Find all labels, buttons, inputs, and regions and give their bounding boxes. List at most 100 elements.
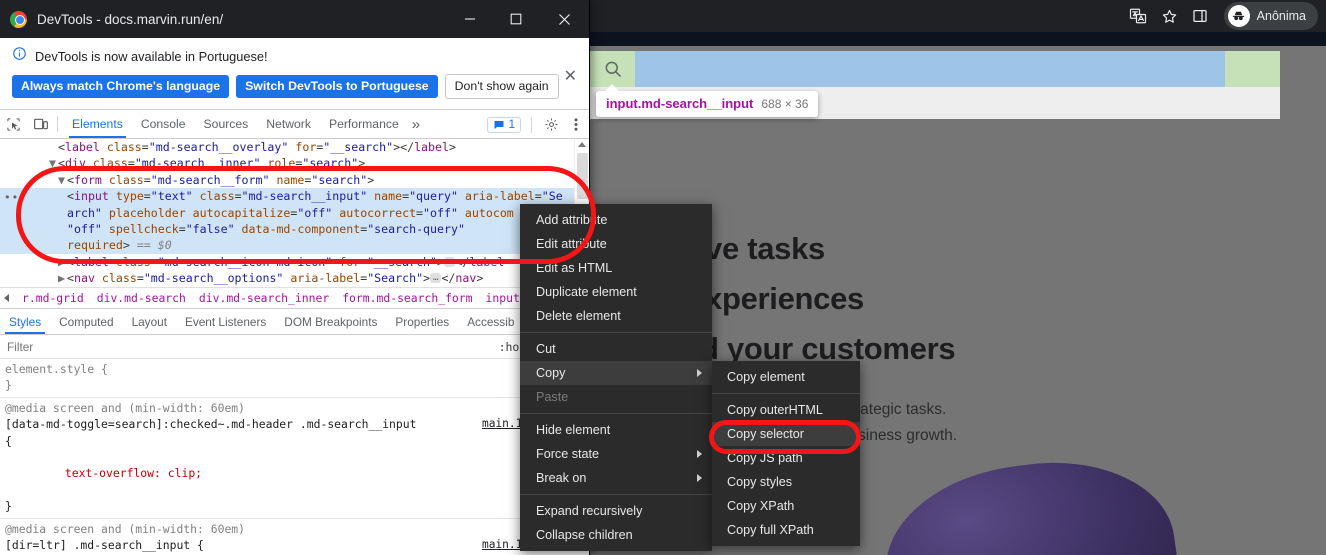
breadcrumb: r.md-grid div.md-search div.md-search_in… [0,287,589,309]
dom-node-line-2[interactable]: ▼ <form class="md-search__form" name="sea… [0,172,589,188]
css-selector[interactable]: element.style { [0,361,589,377]
breadcrumb-item-0[interactable]: r.md-grid [17,291,89,305]
css-property[interactable]: text-overflow [60,466,154,480]
submenu-item-copy-full-xpath[interactable]: Copy full XPath [712,518,860,542]
decorative-blob [874,445,1188,555]
tab-elements[interactable]: Elements [63,110,132,138]
incognito-indicator[interactable]: Anônima [1223,2,1318,30]
styles-filter-input[interactable] [0,339,499,354]
css-rule-1[interactable]: @media screen and (min-width: 60em) [dat… [0,398,589,519]
menu-item-duplicate-element[interactable]: Duplicate element [520,280,712,304]
tab-console[interactable]: Console [132,110,195,138]
menu-item-delete-element[interactable]: Delete element [520,304,712,328]
submenu-item-copy-element[interactable]: Copy element [712,365,860,389]
tabbar-right-actions: 1 [486,110,589,139]
menu-item-collapse-children[interactable]: Collapse children [520,523,712,547]
minimize-button[interactable] [447,0,493,38]
context-menu[interactable]: Add attribute Edit attribute Edit as HTML D… [520,204,712,551]
menu-item-copy[interactable]: Copy [520,361,712,385]
tab-accessibility[interactable]: Accessib [458,309,523,334]
device-toolbar-icon[interactable] [27,110,54,138]
devtools-panel-tabbar: Elements Console Sources Network Perform… [0,110,589,139]
gear-icon[interactable] [538,117,565,132]
css-rule-element-style[interactable]: element.style { } [0,359,589,398]
scroll-up-arrow-icon[interactable] [578,142,586,147]
breadcrumb-item-1[interactable]: div.md-search [92,291,191,305]
css-media-query: @media screen and (min-width: 60em) [5,400,246,415]
dom-selected-line-1[interactable]: arch" placeholder autocapitalize="off" a… [0,204,589,221]
dom-selected-line-2[interactable]: "off" spellcheck="false" data-md-compone… [0,220,589,238]
breadcrumb-item-3[interactable]: form.md-search_form [337,291,477,305]
close-icon[interactable]: ✕ [564,66,577,86]
submenu-arrow-icon [697,474,702,482]
tab-performance[interactable]: Performance [320,110,408,138]
dom-tree-panel[interactable]: <label class="md-search__overlay" for="_… [0,139,589,287]
page-subtext-2: siness growth. [858,427,958,444]
menu-item-label: Copy outerHTML [727,403,823,417]
menu-item-hide-element[interactable]: Hide element [520,418,712,442]
submenu-item-copy-styles[interactable]: Copy styles [712,470,860,494]
submenu-item-copy-outerhtml[interactable]: Copy outerHTML [712,398,860,422]
tab-computed[interactable]: Computed [50,309,122,334]
side-panel-icon[interactable] [1192,8,1208,24]
highlighted-search-input[interactable] [590,51,1280,87]
kebab-menu-icon[interactable] [567,117,585,132]
dom-overflow-dots[interactable]: ••• [4,190,27,206]
submenu-item-copy-selector[interactable]: Copy selector [712,422,860,446]
dom-lines-after-selection: ▶ <label class="md-search__icon md-icon" … [0,254,589,287]
tab-network[interactable]: Network [257,110,320,138]
tab-dom-breakpoints[interactable]: DOM Breakpoints [275,309,386,334]
dom-selected-node[interactable]: <input type="text" class="md-search__inp… [0,188,589,254]
menu-item-label: Collapse children [536,528,633,542]
menu-item-label: Copy full XPath [727,523,814,537]
translate-icon[interactable] [1129,7,1147,25]
window-controls [447,0,589,38]
breadcrumb-item-2[interactable]: div.md-search_inner [194,291,334,305]
dom-selected-line-0[interactable]: <input type="text" class="md-search__inp… [0,188,589,205]
scrollbar-thumb[interactable] [577,153,588,199]
submenu-item-copy-js-path[interactable]: Copy JS path [712,446,860,470]
dom-node-line-0[interactable]: <label class="md-search__overlay" for="_… [0,139,589,155]
menu-item-expand-recursively[interactable]: Expand recursively [520,499,712,523]
dom-selected-line-3[interactable]: required> == $0 [0,237,589,254]
menu-item-add-attribute[interactable]: Add attribute [520,208,712,232]
menu-item-break-on[interactable]: Break on [520,466,712,490]
submenu-arrow-icon [697,450,702,458]
tab-layout[interactable]: Layout [123,309,176,334]
switch-to-portuguese-button[interactable]: Switch DevTools to Portuguese [236,75,438,98]
inspect-element-icon[interactable] [0,110,27,138]
breadcrumb-scroll-left-icon[interactable] [4,294,9,302]
tab-styles[interactable]: Styles [0,309,50,334]
css-rule-2[interactable]: @media screen and (min-width: 60em) [dir… [0,519,589,555]
menu-item-force-state[interactable]: Force state [520,442,712,466]
divider [531,116,532,133]
context-submenu-copy[interactable]: Copy element Copy outerHTML Copy selector C… [712,361,860,546]
dom-lines-before-selection: <label class="md-search__overlay" for="_… [0,139,589,188]
dom-node-after-line-0[interactable]: ▶ <label class="md-search__icon md-icon" … [0,254,589,270]
menu-separator [520,413,712,414]
menu-item-cut[interactable]: Cut [520,337,712,361]
issues-counter[interactable]: 1 [486,116,521,133]
menu-item-label: Paste [536,390,569,404]
more-tabs-button[interactable]: » [408,110,424,138]
search-icon [603,59,623,79]
dont-show-again-button[interactable]: Don't show again [444,74,559,99]
styles-filter-row: :hov .cls + [0,335,589,359]
menu-item-edit-attribute[interactable]: Edit attribute [520,232,712,256]
dom-node-after-line-1[interactable]: ▶ <nav class="md-search__options" aria-la… [0,270,589,286]
menu-item-label: Break on [536,471,587,485]
dom-node-line-1[interactable]: ▼ <div class="md-search__inner" role="sea… [0,155,589,171]
tab-properties[interactable]: Properties [386,309,458,334]
tab-event-listeners[interactable]: Event Listeners [176,309,275,334]
bookmark-star-icon[interactable] [1161,8,1178,25]
menu-item-label: Edit as HTML [536,261,613,275]
css-value[interactable]: clip; [168,466,202,480]
maximize-button[interactable] [493,0,539,38]
close-button[interactable] [539,0,589,38]
tab-sources[interactable]: Sources [195,110,258,138]
always-match-language-button[interactable]: Always match Chrome's language [12,75,230,98]
menu-item-label: Copy styles [727,475,793,489]
menu-item-edit-as-html[interactable]: Edit as HTML [520,256,712,280]
submenu-item-copy-xpath[interactable]: Copy XPath [712,494,860,518]
css-declaration[interactable]: text-overflow: clip; [0,449,589,498]
